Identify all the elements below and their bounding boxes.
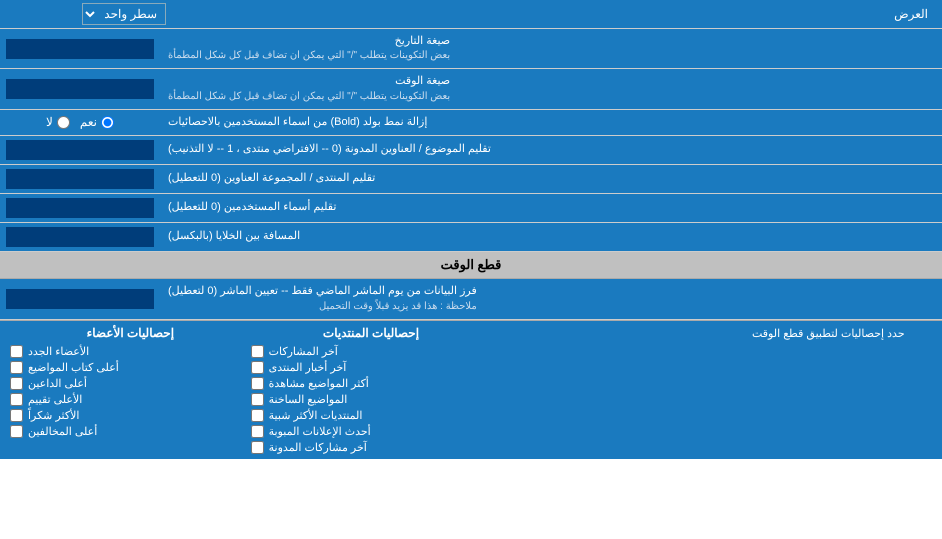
list-item: الأعضاء الجدد — [10, 345, 251, 358]
time-format-row: صيغة الوقت بعض التكوينات يتطلب "/" التي … — [0, 69, 942, 109]
bottom-col2-header: إحصاليات الأعضاء — [10, 326, 251, 340]
top-row: العرض سطر واحدسطرينثلاثة أسطر — [0, 0, 942, 29]
topic-forum-row: تقليم الموضوع / العناوين المدونة (0 -- ا… — [0, 136, 942, 165]
forum-group-input-cell: 33 — [0, 165, 160, 193]
cell-space-input-cell: 2 — [0, 223, 160, 251]
list-item: الأكثر شكراً — [10, 409, 251, 422]
list-item: أعلى المخالفين — [10, 425, 251, 438]
list-item: أكثر المواضيع مشاهدة — [251, 377, 492, 390]
bold-remove-label: إزالة نمط بولد (Bold) من اسماء المستخدمي… — [160, 110, 942, 135]
cell-space-label: المسافة بين الخلايا (بالبكسل) — [160, 223, 942, 251]
realtime-section-header: قطع الوقت — [0, 252, 942, 279]
bottom-forum-col: آخر المشاركات آخر أخبار المنتدى أكثر الم… — [251, 345, 492, 454]
bottom-col1-header: إحصاليات المنتديات — [251, 326, 492, 340]
col2-checkbox-4[interactable] — [10, 409, 23, 422]
usernames-label: تقليم أسماء المستخدمين (0 للتعطيل) — [160, 194, 942, 222]
forum-group-label: تقليم المنتدى / المجموعة العناوين (0 للت… — [160, 165, 942, 193]
list-item: المواضيع الساخنة — [251, 393, 492, 406]
forum-group-input[interactable]: 33 — [6, 169, 154, 189]
display-select-container: سطر واحدسطرينثلاثة أسطر — [6, 3, 166, 25]
col1-checkbox-2[interactable] — [251, 377, 264, 390]
bottom-member-col: الأعضاء الجدد أعلى كتاب المواضيع أعلى ال… — [10, 345, 251, 454]
realtime-input-cell: 0 — [0, 279, 160, 318]
usernames-input-cell: 0 — [0, 194, 160, 222]
realtime-row: فرز البيانات من يوم الماشر الماضي فقط --… — [0, 279, 942, 319]
col1-checkbox-4[interactable] — [251, 409, 264, 422]
col2-checkbox-0[interactable] — [10, 345, 23, 358]
bottom-limit-label: حدد إحصاليات لتطبيق قطع الوقت — [742, 321, 942, 459]
bottom-section: حدد إحصاليات لتطبيق قطع الوقت إحصاليات ا… — [0, 320, 942, 459]
bottom-col1-spacer — [491, 326, 732, 340]
bold-no-radio[interactable] — [57, 116, 70, 129]
realtime-label: فرز البيانات من يوم الماشر الماضي فقط --… — [160, 279, 942, 318]
forum-group-row: تقليم المنتدى / المجموعة العناوين (0 للت… — [0, 165, 942, 194]
list-item: الأعلى تقييم — [10, 393, 251, 406]
bold-yes-radio[interactable] — [101, 116, 114, 129]
date-format-input-cell: d-m — [0, 29, 160, 68]
topic-forum-label: تقليم الموضوع / العناوين المدونة (0 -- ا… — [160, 136, 942, 164]
col2-checkbox-5[interactable] — [10, 425, 23, 438]
bold-yes-label: نعم — [80, 115, 114, 129]
top-label: العرض — [166, 7, 936, 21]
bold-no-label: لا — [46, 115, 70, 129]
list-item: أعلى الداعين — [10, 377, 251, 390]
col2-checkbox-1[interactable] — [10, 361, 23, 374]
date-format-input[interactable]: d-m — [6, 39, 154, 59]
usernames-input[interactable]: 0 — [6, 198, 154, 218]
cell-space-input[interactable]: 2 — [6, 227, 154, 247]
cell-space-row: المسافة بين الخلايا (بالبكسل) 2 — [0, 223, 942, 252]
col1-checkbox-6[interactable] — [251, 441, 264, 454]
time-format-input-cell: H:i — [0, 69, 160, 108]
display-select[interactable]: سطر واحدسطرينثلاثة أسطر — [82, 3, 166, 25]
list-item: آخر المشاركات — [251, 345, 492, 358]
list-item: المنتديات الأكثر شبية — [251, 409, 492, 422]
time-format-label: صيغة الوقت بعض التكوينات يتطلب "/" التي … — [160, 69, 942, 108]
col2-checkbox-2[interactable] — [10, 377, 23, 390]
usernames-row: تقليم أسماء المستخدمين (0 للتعطيل) 0 — [0, 194, 942, 223]
bottom-checkboxes-cols: آخر المشاركات آخر أخبار المنتدى أكثر الم… — [10, 345, 732, 454]
list-item: آخر أخبار المنتدى — [251, 361, 492, 374]
time-format-input[interactable]: H:i — [6, 79, 154, 99]
bold-remove-radio-cell: نعم لا — [0, 110, 160, 135]
col1-checkbox-5[interactable] — [251, 425, 264, 438]
list-item: أحدث الإعلانات المبوبة — [251, 425, 492, 438]
bold-remove-row: إزالة نمط بولد (Bold) من اسماء المستخدمي… — [0, 110, 942, 136]
col1-checkbox-1[interactable] — [251, 361, 264, 374]
topic-forum-input-cell: 33 — [0, 136, 160, 164]
realtime-input[interactable]: 0 — [6, 289, 154, 309]
bottom-headers: إحصاليات المنتديات إحصاليات الأعضاء — [10, 326, 732, 340]
list-item: آخر مشاركات المدونة — [251, 441, 492, 454]
bottom-spacer-col — [491, 345, 732, 454]
col1-checkbox-0[interactable] — [251, 345, 264, 358]
col2-checkbox-3[interactable] — [10, 393, 23, 406]
list-item: أعلى كتاب المواضيع — [10, 361, 251, 374]
date-format-label: صيغة التاريخ بعض التكوينات يتطلب "/" الت… — [160, 29, 942, 68]
date-format-row: صيغة التاريخ بعض التكوينات يتطلب "/" الت… — [0, 29, 942, 69]
topic-forum-input[interactable]: 33 — [6, 140, 154, 160]
col1-checkbox-3[interactable] — [251, 393, 264, 406]
bottom-checkboxes-area: إحصاليات المنتديات إحصاليات الأعضاء آخر … — [0, 321, 742, 459]
